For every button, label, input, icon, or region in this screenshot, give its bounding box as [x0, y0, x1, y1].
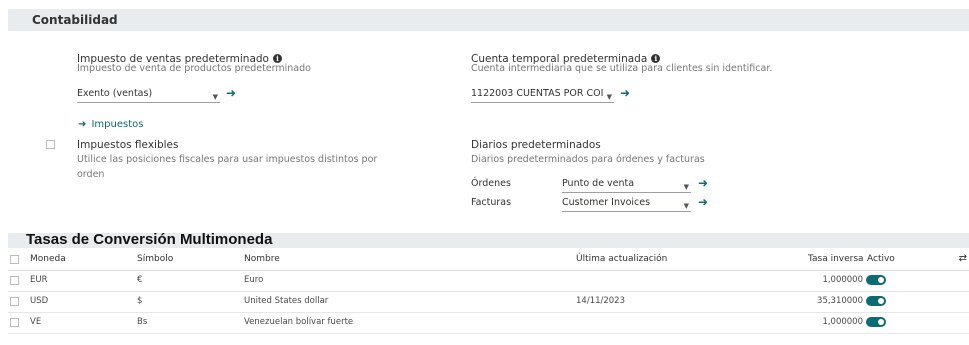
flex-taxes-description: Utilice las posiciones fiscales para usa…: [77, 154, 378, 180]
arrow-right-icon[interactable]: ➜: [620, 87, 630, 99]
inverse-rate: 1,000000: [822, 317, 863, 327]
orders-label: Órdenes: [471, 178, 511, 189]
arrow-right-icon: ➜: [78, 119, 87, 130]
taxes-link[interactable]: ➜ Impuestos: [78, 112, 143, 131]
currency-name: Venezuelan bolívar fuerte: [244, 317, 354, 327]
col-active[interactable]: Activo: [867, 254, 895, 264]
section-header: Contabilidad: [8, 9, 969, 31]
row-checkbox[interactable]: [10, 276, 19, 285]
sales-tax-select[interactable]: Exento (ventas) ▼: [77, 87, 220, 103]
caret-down-icon: ▼: [606, 93, 612, 101]
currency-code: VE: [30, 317, 42, 327]
currency-symbol: Bs: [137, 317, 148, 327]
rates-table: Moneda Símbolo Nombre Última actualizaci…: [8, 250, 969, 334]
journals-description: Diarios predeterminados para órdenes y f…: [471, 154, 705, 165]
orders-journal-value: Punto de venta: [562, 178, 635, 189]
flex-taxes-title: Impuestos flexibles: [77, 139, 179, 151]
invoices-journal-value: Customer Invoices: [562, 197, 651, 208]
invoices-label: Facturas: [471, 197, 512, 208]
inverse-rate: 35,310000: [817, 296, 863, 306]
sales-tax-value: Exento (ventas): [77, 88, 153, 99]
swap-icon[interactable]: ⇄: [959, 253, 967, 264]
flex-taxes-checkbox[interactable]: [46, 140, 55, 149]
table-row[interactable]: EUR € Euro 1,000000: [8, 271, 969, 292]
taxes-link-label: Impuestos: [91, 119, 144, 130]
section-title: Contabilidad: [32, 13, 118, 27]
arrow-right-icon[interactable]: ➜: [698, 177, 708, 189]
currency-code: EUR: [30, 275, 48, 285]
table-row[interactable]: VE Bs Venezuelan bolívar fuerte 1,000000: [8, 313, 969, 334]
row-checkbox[interactable]: [10, 297, 19, 306]
row-checkbox[interactable]: [10, 318, 19, 327]
caret-down-icon: ▼: [683, 202, 689, 210]
col-symbol[interactable]: Símbolo: [137, 254, 173, 264]
invoices-journal-select[interactable]: Customer Invoices ▼: [562, 196, 691, 212]
table-header: Moneda Símbolo Nombre Última actualizaci…: [8, 250, 969, 271]
orders-journal-select[interactable]: Punto de venta ▼: [562, 177, 691, 193]
active-toggle[interactable]: [866, 275, 886, 285]
caret-down-icon: ▼: [683, 183, 689, 191]
currency-symbol: $: [137, 296, 143, 306]
table-row[interactable]: USD $ United States dollar 14/11/2023 35…: [8, 292, 969, 313]
currency-name: United States dollar: [244, 296, 329, 306]
currency-symbol: €: [137, 275, 143, 285]
suspense-account-description: Cuenta intermediaria que se utiliza para…: [471, 63, 773, 74]
arrow-right-icon[interactable]: ➜: [698, 196, 708, 208]
inverse-rate: 1,000000: [822, 275, 863, 285]
active-toggle[interactable]: [866, 317, 886, 327]
journals-title: Diarios predeterminados: [471, 139, 601, 151]
col-currency[interactable]: Moneda: [30, 254, 66, 264]
caret-down-icon: ▼: [212, 93, 218, 101]
currency-code: USD: [30, 296, 49, 306]
currency-name: Euro: [244, 275, 264, 285]
sales-tax-description: Impuesto de venta de productos predeterm…: [77, 63, 311, 74]
last-update: 14/11/2023: [576, 296, 625, 306]
active-toggle[interactable]: [866, 296, 886, 306]
suspense-account-value: 1122003 CUENTAS POR COI: [471, 88, 604, 99]
suspense-account-select[interactable]: 1122003 CUENTAS POR COI ▼: [471, 87, 614, 103]
select-all-checkbox[interactable]: [10, 255, 19, 264]
col-name[interactable]: Nombre: [244, 254, 280, 264]
col-inverse-rate[interactable]: Tasa inversa: [808, 254, 864, 264]
col-last-update[interactable]: Última actualización: [576, 254, 667, 264]
arrow-right-icon[interactable]: ➜: [226, 87, 236, 99]
rates-title: Tasas de Conversión Multimoneda: [26, 231, 273, 248]
